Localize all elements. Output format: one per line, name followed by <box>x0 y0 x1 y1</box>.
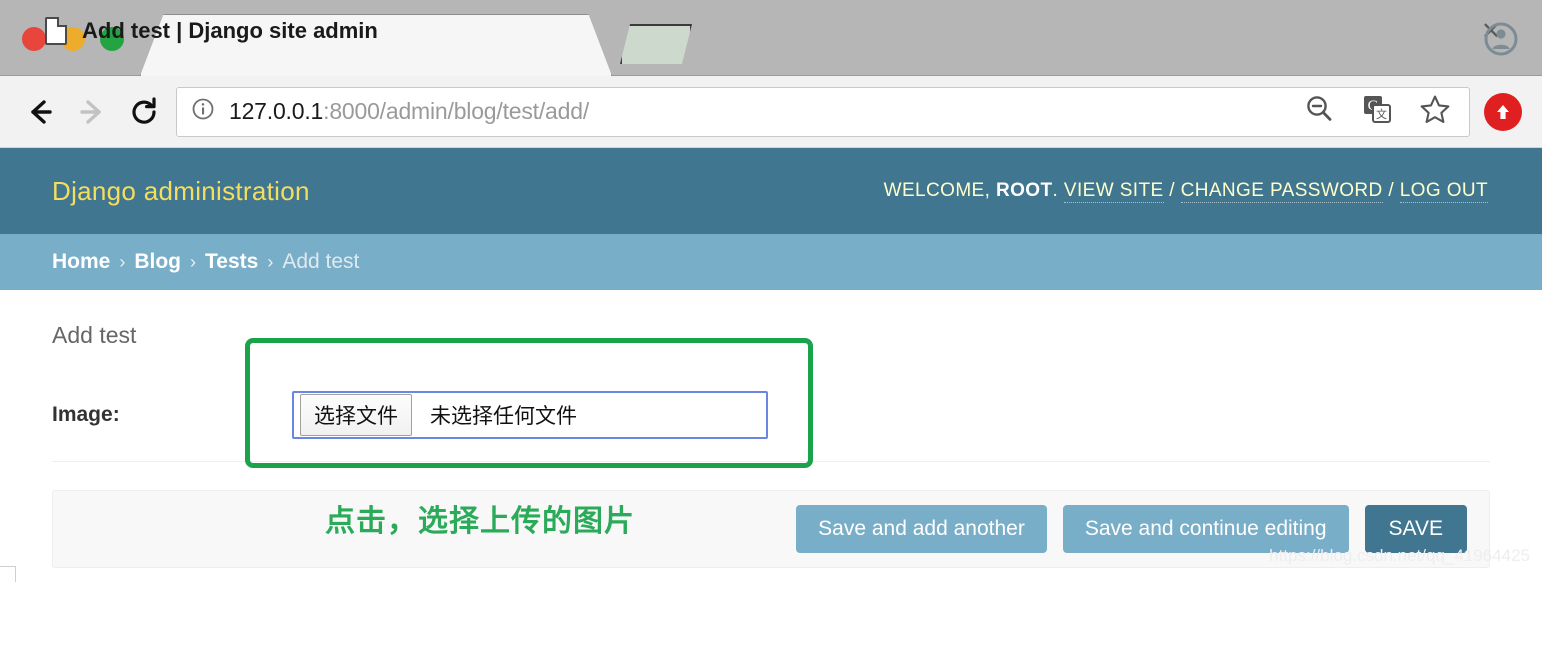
user-tools-separator-1: / <box>1169 180 1175 201</box>
breadcrumb-separator: › <box>267 251 274 272</box>
breadcrumb-home[interactable]: Home <box>52 250 110 274</box>
breadcrumb-tests[interactable]: Tests <box>205 250 258 274</box>
account-avatar-icon[interactable] <box>1482 20 1520 58</box>
breadcrumb-blog[interactable]: Blog <box>134 250 181 274</box>
url-path: :8000/admin/blog/test/add/ <box>323 98 590 124</box>
address-bar[interactable]: 127.0.0.1:8000/admin/blog/test/add/ G 文 <box>176 86 1470 137</box>
log-out-link[interactable]: LOG OUT <box>1399 180 1488 203</box>
welcome-prefix: WELCOME, <box>883 180 991 201</box>
red-upload-extension-icon[interactable] <box>1484 92 1522 131</box>
annotation-text: 点击，选择上传的图片 <box>325 505 635 538</box>
zoom-out-icon[interactable] <box>1303 93 1335 130</box>
choose-file-button[interactable]: 选择文件 <box>300 394 412 436</box>
tab-strip: Add test | Django site admin ✕ <box>0 0 1542 76</box>
url-text: 127.0.0.1:8000/admin/blog/test/add/ <box>229 98 589 125</box>
admin-content: Add test Image: 选择文件 未选择任何文件 Save and ad… <box>0 290 1542 568</box>
breadcrumb-separator: › <box>119 251 126 272</box>
site-branding[interactable]: Django administration <box>52 176 310 207</box>
user-tools: WELCOME, ROOT. VIEW SITE / CHANGE PASSWO… <box>883 180 1488 203</box>
svg-text:文: 文 <box>1376 107 1387 121</box>
breadcrumb-current: Add test <box>282 250 360 273</box>
omnibox-actions: G 文 <box>1303 93 1455 130</box>
window-corner <box>0 566 16 582</box>
tab-title: Add test | Django site admin <box>82 18 378 43</box>
document-icon <box>45 17 67 45</box>
page-title: Add test <box>52 322 137 348</box>
file-status-text: 未选择任何文件 <box>430 405 577 428</box>
save-and-add-another-button[interactable]: Save and add another <box>796 505 1047 553</box>
form-row-image: Image: 选择文件 未选择任何文件 <box>52 365 1490 462</box>
change-password-link[interactable]: CHANGE PASSWORD <box>1180 180 1383 203</box>
url-host: 127.0.0.1 <box>229 98 324 124</box>
breadcrumb: Home › Blog › Tests › Add test <box>0 234 1542 290</box>
welcome-period: . <box>1052 180 1059 201</box>
breadcrumb-separator: › <box>190 251 197 272</box>
back-arrow-icon[interactable] <box>14 86 66 138</box>
google-translate-icon[interactable]: G 文 <box>1361 93 1393 130</box>
username: ROOT <box>996 180 1053 201</box>
browser-window: Add test | Django site admin ✕ 127.0.0.1… <box>0 0 1542 654</box>
user-tools-separator-2: / <box>1388 180 1394 201</box>
reload-icon[interactable] <box>118 86 170 138</box>
close-window-button[interactable] <box>22 27 46 51</box>
browser-tab-background[interactable] <box>620 24 692 64</box>
forward-arrow-icon <box>66 86 118 138</box>
django-admin-page: Django administration WELCOME, ROOT. VIE… <box>0 148 1542 582</box>
image-file-input[interactable]: 选择文件 未选择任何文件 <box>292 391 768 439</box>
admin-header: Django administration WELCOME, ROOT. VIE… <box>0 148 1542 234</box>
browser-toolbar: 127.0.0.1:8000/admin/blog/test/add/ G 文 <box>0 76 1542 148</box>
page-info-icon[interactable] <box>191 97 215 126</box>
view-site-link[interactable]: VIEW SITE <box>1063 180 1164 203</box>
image-field-label: Image: <box>52 403 120 426</box>
watermark: https://blog.csdn.net/qq_41964425 <box>1269 546 1530 565</box>
star-bookmark-icon[interactable] <box>1419 93 1451 130</box>
